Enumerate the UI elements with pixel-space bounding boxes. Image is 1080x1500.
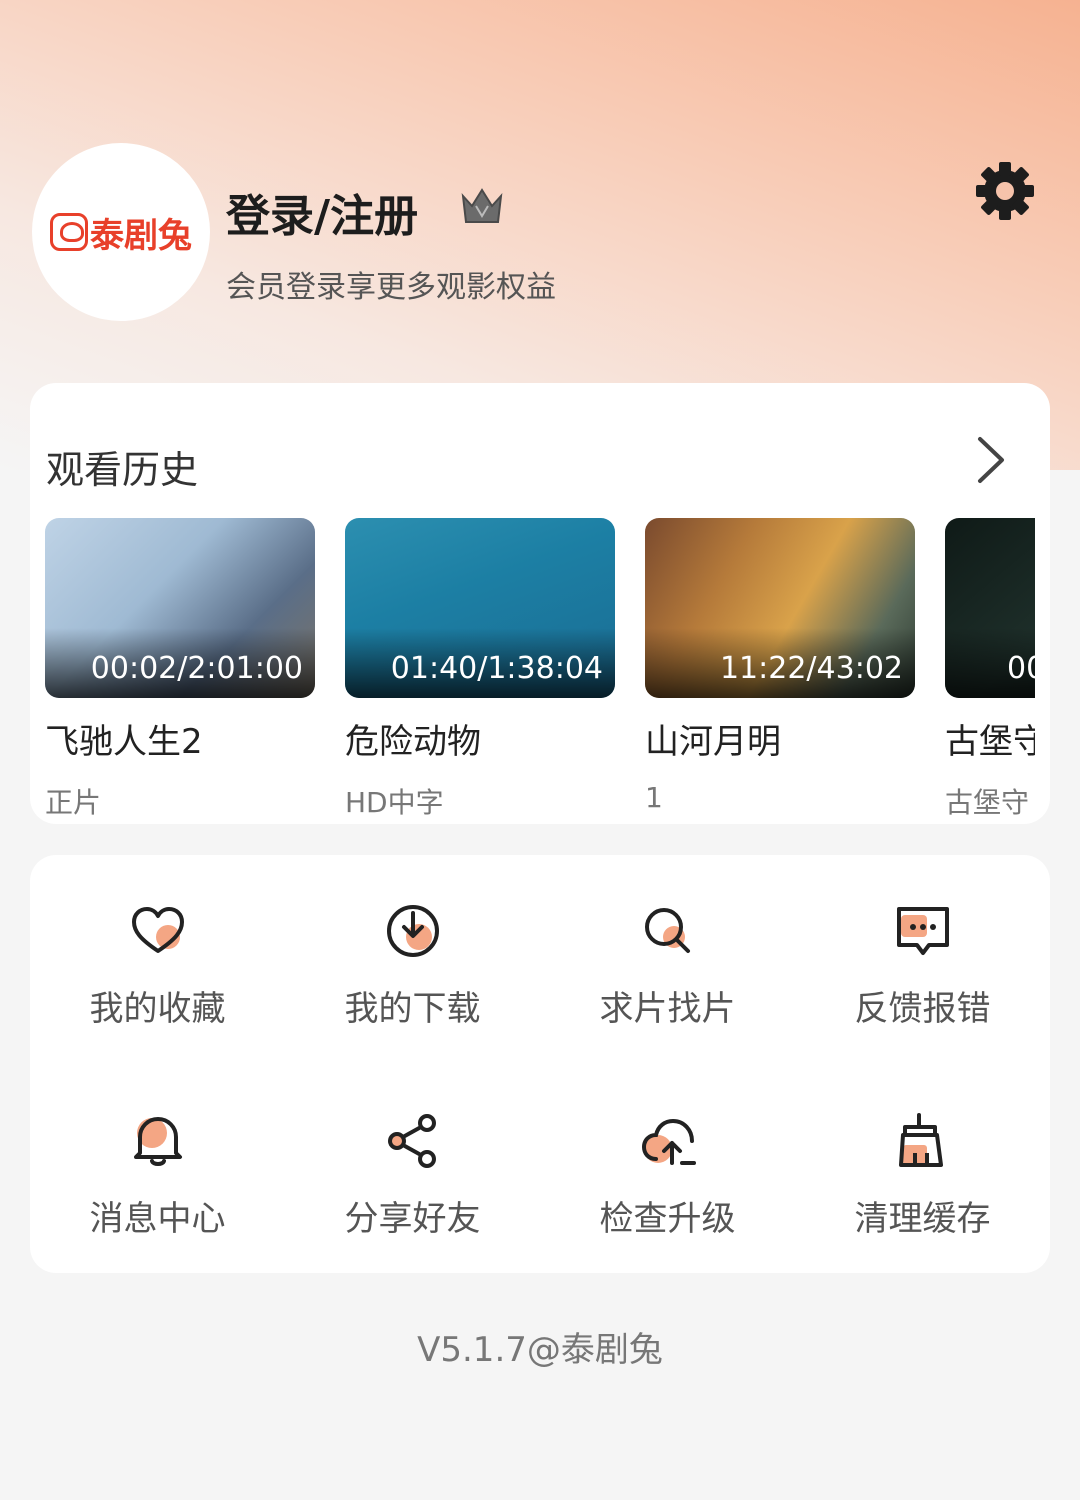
menu-label: 我的收藏 (89, 989, 226, 1029)
chevron-right-icon[interactable] (970, 433, 1010, 487)
check-update-button[interactable]: 检查升级 (540, 1065, 795, 1265)
video-title: 古堡守 (945, 722, 1035, 762)
video-thumbnail: 00 (945, 518, 1035, 698)
heart-icon (131, 907, 184, 953)
watch-progress: 00 (1007, 651, 1035, 686)
message-center-button[interactable]: 消息中心 (30, 1065, 285, 1265)
history-item[interactable]: 00:02/2:01:00 飞驰人生2 正片 (45, 518, 315, 818)
watch-history-card: 观看历史 00:02/2:01:00 飞驰人生2 正片 01:40/1:38:0… (30, 383, 1050, 824)
video-title: 飞驰人生2 (45, 722, 203, 762)
logo-text: 泰剧兔 (90, 215, 192, 256)
watch-history-title: 观看历史 (46, 448, 199, 492)
menu-label: 我的下载 (344, 989, 481, 1029)
watch-progress: 01:40/1:38:04 (390, 651, 603, 686)
rabbit-logo-icon (50, 213, 88, 251)
menu-label: 反馈报错 (854, 989, 991, 1029)
login-register-link[interactable]: 登录/注册 (226, 180, 418, 244)
video-thumbnail: 00:02/2:01:00 (45, 518, 315, 698)
function-menu-card: 我的收藏 我的下载 求片找片 反馈报错 消息中心 分享好友 检查升级 清理缓存 (30, 855, 1050, 1273)
menu-label: 求片找片 (599, 989, 736, 1029)
video-thumbnail: 01:40/1:38:04 (345, 518, 615, 698)
broom-icon (898, 1113, 943, 1167)
menu-label: 清理缓存 (854, 1199, 991, 1239)
downloads-button[interactable]: 我的下载 (285, 855, 540, 1055)
menu-label: 检查升级 (599, 1199, 736, 1239)
menu-label: 分享好友 (344, 1199, 481, 1239)
version-text: V5.1.7@泰剧兔 (417, 1330, 663, 1370)
video-title: 山河月明 (645, 722, 781, 762)
video-title: 危险动物 (345, 722, 481, 762)
login-subtitle: 会员登录享更多观影权益 (226, 270, 556, 305)
feedback-icon (896, 907, 949, 955)
menu-label: 消息中心 (89, 1199, 226, 1239)
video-episode-tag: 古堡守 (945, 786, 1030, 818)
history-item[interactable]: 01:40/1:38:04 危险动物 HD中字 (345, 518, 615, 818)
history-item[interactable]: 11:22/43:02 山河月明 1 (645, 518, 915, 818)
video-thumbnail: 11:22/43:02 (645, 518, 915, 698)
download-icon (386, 905, 439, 957)
clear-cache-button[interactable]: 清理缓存 (795, 1065, 1050, 1265)
feedback-button[interactable]: 反馈报错 (795, 855, 1050, 1055)
video-episode-tag: 正片 (45, 786, 102, 818)
avatar[interactable]: 泰剧兔 (32, 143, 210, 321)
gear-icon[interactable] (972, 158, 1038, 224)
app-logo: 泰剧兔 (50, 208, 192, 257)
video-episode-tag: HD中字 (345, 786, 444, 818)
favorites-button[interactable]: 我的收藏 (30, 855, 285, 1055)
history-item[interactable]: 00 古堡守 古堡守 (945, 518, 1035, 818)
request-video-button[interactable]: 求片找片 (540, 855, 795, 1055)
watch-history-list: 00:02/2:01:00 飞驰人生2 正片 01:40/1:38:04 危险动… (45, 518, 1035, 818)
share-friends-button[interactable]: 分享好友 (285, 1065, 540, 1265)
search-icon (644, 908, 690, 953)
bell-icon (133, 1117, 182, 1166)
share-icon (387, 1114, 436, 1168)
watch-progress: 00:02/2:01:00 (90, 651, 303, 686)
vip-crown-icon (461, 188, 503, 223)
video-episode-tag: 1 (645, 781, 663, 814)
upload-cloud-icon (641, 1118, 696, 1165)
watch-progress: 11:22/43:02 (719, 651, 903, 686)
